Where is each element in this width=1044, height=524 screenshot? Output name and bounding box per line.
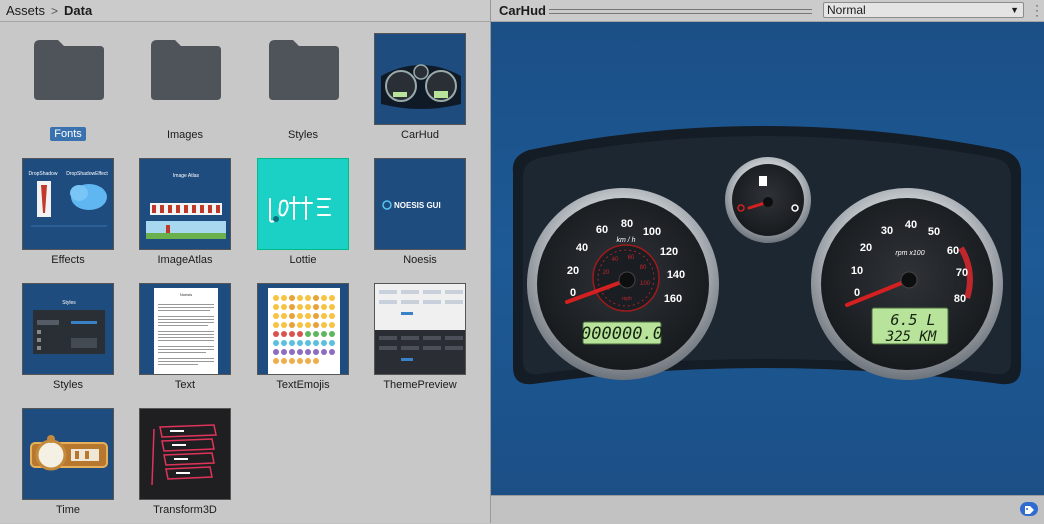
imageatlas-thumb-title: Image Atlas	[173, 173, 200, 179]
asset-label: Time	[55, 504, 81, 516]
breadcrumb-root[interactable]: Assets	[6, 3, 45, 18]
inner-tick-80: 80	[640, 265, 647, 271]
styles-thumbnail: Styles	[22, 283, 114, 375]
range-reading: 325 KM	[885, 329, 937, 345]
asset-label: TextEmojis	[276, 379, 330, 391]
speedo-tick-100: 100	[643, 226, 661, 238]
rpm-tick-50: 50	[928, 226, 940, 238]
asset-label: Transform3D	[153, 504, 217, 516]
speedo-tick-40: 40	[576, 242, 588, 254]
fuel-pump-icon	[759, 176, 767, 186]
preview-title: CarHud	[499, 3, 546, 18]
rpm-tick-20: 20	[860, 242, 872, 254]
rpm-unit: rpm x100	[895, 250, 924, 257]
render-mode-value: Normal	[827, 3, 866, 17]
tachometer-gauge: 0 10 20 30 40 50 60 70 80 rpm x100 6.5 L…	[811, 188, 1003, 380]
speedo-tick-120: 120	[660, 246, 678, 258]
render-mode-select[interactable]: Normal ▼	[823, 2, 1024, 18]
inner-tick-100: 100	[640, 281, 651, 287]
carhud-viewport: 0 20 40 60 80 100 120 140 160 km / h 0 2…	[491, 22, 1044, 495]
carhud-dashboard: 0 20 40 60 80 100 120 140 160 km / h 0 2…	[512, 126, 1021, 385]
speedo-tick-80: 80	[621, 218, 633, 230]
styles-thumb-title: Styles	[62, 300, 76, 306]
asset-label: Styles	[53, 379, 83, 391]
noesis-thumbnail: NOESIS GUI	[374, 158, 466, 250]
inner-tick-40: 40	[612, 257, 619, 263]
breadcrumb: Assets > Data	[0, 0, 490, 22]
asset-label: Text	[174, 379, 196, 391]
asset-grid: Fonts Images Styles CarHud DropShadow Dr…	[0, 22, 490, 523]
folder-icon	[269, 40, 339, 100]
asset-label: Styles	[288, 129, 318, 141]
rpm-tick-0: 0	[854, 287, 860, 299]
text-thumbnail: Noesis	[139, 283, 231, 375]
noesis-thumb-logo: NOESIS GUI	[394, 201, 441, 210]
speedo-tick-20: 20	[567, 265, 579, 277]
speedo-unit: km / h	[616, 237, 635, 244]
speedo-tick-140: 140	[667, 269, 685, 281]
carhud-thumbnail	[374, 33, 466, 125]
more-options-icon[interactable]: · · ·	[1035, 0, 1039, 21]
asset-label: Fonts	[50, 127, 86, 141]
tag-icon[interactable]	[1020, 502, 1038, 516]
effects-thumb-left: DropShadow	[29, 171, 58, 177]
inner-unit: mph	[622, 296, 632, 302]
chevron-down-icon: ▼	[1010, 5, 1019, 15]
header-divider	[549, 9, 812, 14]
text-thumb-title: Noesis	[180, 292, 192, 297]
asset-label: Lottie	[289, 254, 317, 266]
effects-thumb-right: DropShadowEffect	[66, 171, 108, 177]
asset-label: Noesis	[403, 254, 437, 266]
preview-footer	[491, 495, 1044, 524]
asset-browser: Assets > Data Fonts Images Styles CarHud…	[0, 0, 491, 523]
folder-icon	[151, 40, 221, 100]
rpm-tick-60: 60	[947, 245, 959, 257]
inner-tick-60: 60	[628, 255, 635, 261]
preview-panel: CarHud Normal ▼ · · · 0 20 40 60 80 100 …	[491, 0, 1044, 524]
rpm-tick-30: 30	[881, 225, 893, 237]
imageatlas-thumbnail: Image Atlas	[139, 158, 231, 250]
themepreview-thumbnail	[374, 283, 466, 375]
transform3d-thumbnail	[139, 408, 231, 500]
rpm-tick-70: 70	[956, 267, 968, 279]
fuel-gauge	[725, 157, 811, 243]
chevron-right-icon: >	[51, 3, 59, 18]
rpm-tick-10: 10	[851, 265, 863, 277]
speedo-tick-160: 160	[664, 293, 682, 305]
preview-header: CarHud Normal ▼ · · ·	[491, 0, 1044, 22]
asset-label: Effects	[51, 254, 85, 266]
rpm-tick-80: 80	[954, 293, 966, 305]
asset-label: CarHud	[401, 129, 439, 141]
fuel-reading: 6.5 L	[890, 311, 935, 329]
inner-tick-20: 20	[603, 270, 610, 276]
asset-label: Images	[166, 129, 204, 141]
textemojis-thumbnail	[257, 283, 349, 375]
breadcrumb-current[interactable]: Data	[64, 3, 92, 18]
time-thumbnail	[22, 408, 114, 500]
odometer-value: 000000.0	[581, 324, 663, 344]
lottie-thumbnail	[257, 158, 349, 250]
speedo-tick-60: 60	[596, 224, 608, 236]
effects-thumbnail: DropShadow DropShadowEffect	[22, 158, 114, 250]
asset-label: ThemePreview	[383, 379, 457, 391]
speedometer-gauge: 0 20 40 60 80 100 120 140 160 km / h 0 2…	[527, 188, 719, 380]
asset-label: ImageAtlas	[157, 254, 213, 266]
rpm-tick-40: 40	[905, 219, 917, 231]
folder-icon	[34, 40, 104, 100]
